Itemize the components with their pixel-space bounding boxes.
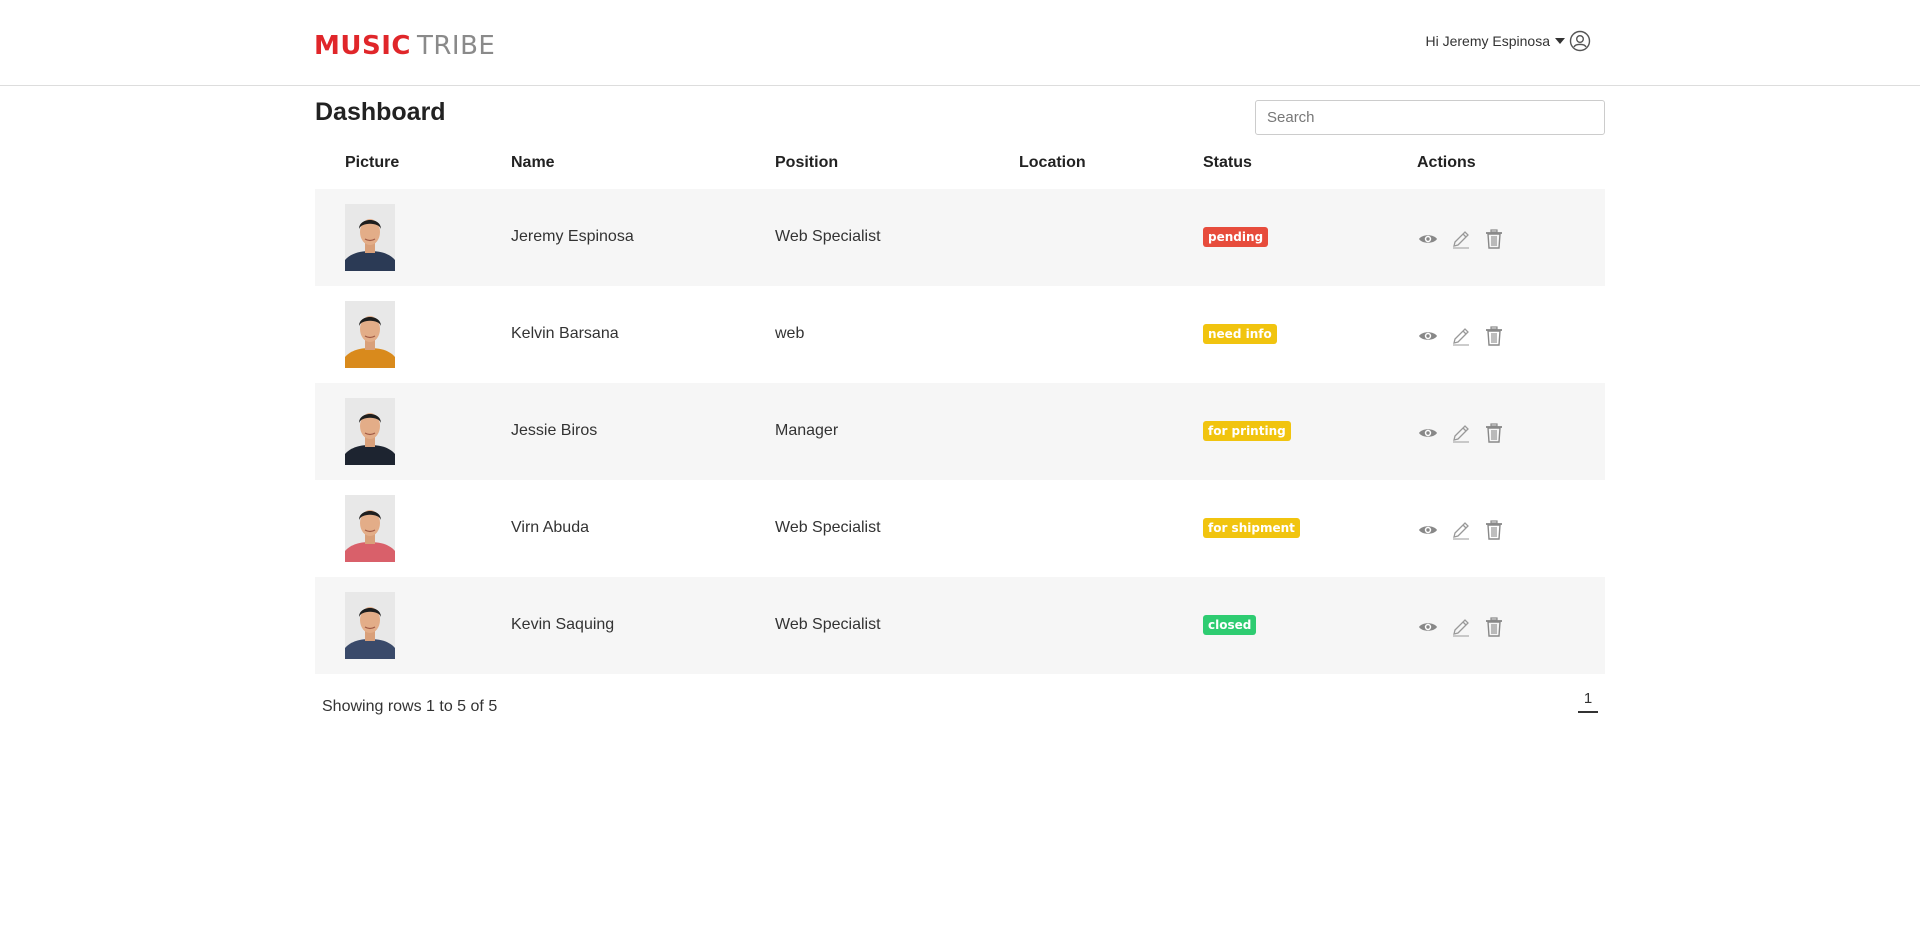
eye-icon[interactable] [1417, 422, 1439, 444]
search-input[interactable] [1255, 100, 1605, 135]
trash-icon[interactable] [1483, 325, 1505, 347]
employee-position: Manager [775, 422, 839, 439]
employee-position: Web Specialist [775, 228, 881, 245]
page-title: Dashboard [315, 98, 446, 126]
eye-icon[interactable] [1417, 616, 1439, 638]
status-badge: for shipment [1203, 518, 1300, 538]
status-badge: closed [1203, 615, 1257, 635]
status-badge: pending [1203, 227, 1269, 247]
employee-position: web [775, 325, 805, 342]
employee-table: Picture Name Position Location Status Ac… [315, 145, 1605, 674]
row-actions [1417, 325, 1516, 347]
trash-icon[interactable] [1483, 422, 1505, 444]
column-header-name[interactable]: Name [511, 154, 555, 172]
trash-icon[interactable] [1483, 228, 1505, 250]
employee-name: Jeremy Espinosa [511, 228, 634, 245]
employee-photo [345, 398, 395, 465]
employee-photo [345, 301, 395, 368]
row-actions [1417, 422, 1516, 444]
table-body: Jeremy Espinosa Web Specialist pending K… [315, 189, 1605, 674]
row-actions [1417, 228, 1516, 250]
employee-name: Jessie Biros [511, 422, 598, 439]
employee-position: Web Specialist [775, 616, 881, 633]
row-actions [1417, 519, 1516, 541]
user-menu-dropdown[interactable]: Hi Jeremy Espinosa [1426, 30, 1592, 52]
employee-photo [345, 592, 395, 659]
column-header-status[interactable]: Status [1203, 154, 1252, 172]
column-header-picture[interactable]: Picture [345, 154, 399, 172]
eye-icon[interactable] [1417, 519, 1439, 541]
trash-icon[interactable] [1483, 616, 1505, 638]
trash-icon[interactable] [1483, 519, 1505, 541]
employee-position: Web Specialist [775, 519, 881, 536]
pagination-info: Showing rows 1 to 5 of 5 [322, 698, 498, 715]
column-header-position[interactable]: Position [775, 154, 838, 172]
top-header: MUSIC TRIBE Hi Jeremy Espinosa [0, 0, 1920, 86]
table-row[interactable]: Jeremy Espinosa Web Specialist pending [315, 189, 1605, 286]
table-header: Picture Name Position Location Status Ac… [315, 145, 1605, 189]
status-badge: need info [1203, 324, 1277, 344]
employee-name: Kevin Saquing [511, 616, 615, 633]
column-header-actions: Actions [1417, 154, 1476, 171]
eye-icon[interactable] [1417, 228, 1439, 250]
status-badge: for printing [1203, 421, 1291, 441]
table-row[interactable]: Kelvin Barsana web need info [315, 286, 1605, 383]
logo-tribe-text: TRIBE [416, 31, 496, 61]
employee-photo [345, 495, 395, 562]
page-number-button[interactable]: 1 [1578, 690, 1598, 713]
pencil-icon[interactable] [1450, 616, 1472, 638]
pencil-icon[interactable] [1450, 422, 1472, 444]
pencil-icon[interactable] [1450, 228, 1472, 250]
employee-name: Kelvin Barsana [511, 325, 619, 342]
table-row[interactable]: Kevin Saquing Web Specialist closed [315, 577, 1605, 674]
pencil-icon[interactable] [1450, 325, 1472, 347]
eye-icon[interactable] [1417, 325, 1439, 347]
column-header-location[interactable]: Location [1019, 154, 1086, 172]
pencil-icon[interactable] [1450, 519, 1472, 541]
employee-photo [345, 204, 395, 271]
music-tribe-logo[interactable]: MUSIC TRIBE [314, 30, 495, 62]
logo-music-text: MUSIC [314, 31, 411, 61]
row-actions [1417, 616, 1516, 638]
table-row[interactable]: Virn Abuda Web Specialist for shipment [315, 480, 1605, 577]
employee-name: Virn Abuda [511, 519, 589, 536]
caret-down-icon [1555, 38, 1565, 44]
user-avatar-icon[interactable] [1569, 30, 1591, 52]
user-greeting: Hi Jeremy Espinosa [1425, 33, 1551, 49]
table-row[interactable]: Jessie Biros Manager for printing [315, 383, 1605, 480]
